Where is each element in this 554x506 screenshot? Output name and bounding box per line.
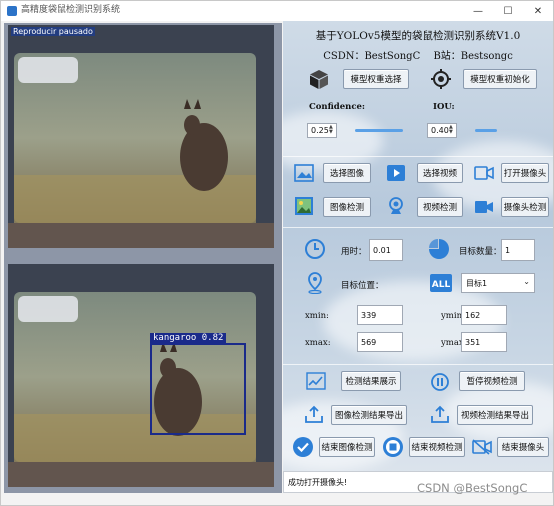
all-icon: ALL (429, 273, 453, 293)
stop-circle-icon (381, 435, 405, 459)
location-pin-icon (305, 271, 325, 295)
iou-slider[interactable] (475, 129, 497, 132)
show-results-button[interactable]: 检测结果展示 (341, 371, 401, 391)
app-icon (7, 6, 17, 16)
xmax-field: 569 (357, 332, 403, 352)
bilibili-label: B站：Bestsongc (433, 51, 513, 62)
upload-icon (303, 403, 325, 425)
confidence-label: Confidence: (309, 102, 366, 112)
close-button[interactable]: ✕ (523, 1, 553, 21)
cube-icon (307, 67, 331, 91)
detection-frame-view: kangaroo 0.82 (8, 264, 274, 487)
select-image-button[interactable]: 选择图像 (323, 163, 371, 183)
camera-off-icon (471, 437, 493, 457)
upload-icon (429, 403, 451, 425)
camera-detect-button[interactable]: 摄像头检测 (501, 197, 549, 217)
count-label: 目标数量： (459, 247, 502, 257)
image-icon (293, 163, 315, 183)
app-window: 高精度袋鼠检测识别系统 — ☐ ✕ Reproducir pausado kan… (0, 0, 554, 506)
line-chart-icon (305, 371, 327, 391)
camera-outline-icon (473, 163, 495, 183)
select-video-button[interactable]: 选择视频 (417, 163, 463, 183)
xmax-label: xmax: (305, 338, 331, 348)
camera-filled-icon (473, 197, 495, 217)
original-frame-view: Reproducir pausado (8, 25, 274, 248)
confidence-spinbox[interactable]: 0.25 ▲ ▼ (307, 123, 337, 138)
watermark: CSDN @BestSongC (417, 481, 528, 495)
end-video-detect-button[interactable]: 结束视频检测 (409, 437, 465, 457)
section-divider (283, 156, 553, 157)
title-bar: 高精度袋鼠检测识别系统 — ☐ ✕ (1, 1, 553, 21)
confidence-value: 0.25 (311, 126, 329, 135)
iou-spinbox[interactable]: 0.40 ▲ ▼ (427, 123, 457, 138)
video-icon (385, 163, 407, 183)
window-title: 高精度袋鼠检测识别系统 (21, 5, 121, 15)
csdn-label: CSDN：BestSongC (323, 51, 421, 62)
app-title: 基于YOLOv5模型的袋鼠检测识别系统V1.0 (315, 30, 521, 42)
clock-icon (303, 237, 327, 261)
target-dropdown[interactable]: 目标1 ⌄ (461, 273, 535, 293)
select-weights-button[interactable]: 模型权重选择 (343, 69, 409, 89)
section-divider (283, 227, 553, 228)
export-video-results-button[interactable]: 视频检测结果导出 (457, 405, 533, 425)
section-divider (283, 364, 553, 365)
detection-label: kangaroo 0.82 (150, 333, 227, 343)
chevron-down-icon: ⌄ (523, 277, 530, 286)
end-image-detect-button[interactable]: 结束图像检测 (319, 437, 375, 457)
ymax-field: 351 (461, 332, 507, 352)
target-dropdown-value: 目标1 (466, 278, 488, 288)
pie-chart-icon (427, 237, 451, 261)
count-field: 1 (501, 239, 535, 261)
spin-arrows-icon[interactable]: ▲ ▼ (449, 125, 455, 135)
xmin-label: xmin: (305, 311, 329, 321)
original-frame-image (8, 25, 274, 248)
webcam-icon (385, 195, 407, 217)
pause-icon (429, 371, 451, 393)
svg-text:ALL: ALL (432, 280, 451, 290)
target-icon (429, 67, 453, 91)
pause-video-button[interactable]: 暂停视频检测 (459, 371, 525, 391)
spin-arrows-icon[interactable]: ▲ ▼ (329, 125, 335, 135)
maximize-button[interactable]: ☐ (493, 1, 523, 21)
control-panel: 基于YOLOv5模型的袋鼠检测识别系统V1.0 CSDN：BestSongC B… (283, 21, 553, 493)
picture-icon (293, 195, 315, 217)
video-display-panel: Reproducir pausado kangaroo 0.82 (4, 23, 282, 493)
video-detect-button[interactable]: 视频检测 (417, 197, 463, 217)
detection-bounding-box: kangaroo 0.82 (150, 333, 246, 435)
confidence-slider[interactable] (355, 129, 403, 132)
time-label: 用时： (341, 247, 367, 257)
xmin-field: 339 (357, 305, 403, 325)
minimize-button[interactable]: — (463, 1, 493, 21)
position-label: 目标位置： (341, 281, 384, 291)
time-field: 0.01 (369, 239, 403, 261)
open-camera-button[interactable]: 打开摄像头 (501, 163, 549, 183)
author-info: CSDN：BestSongC B站：Bestsongc (283, 47, 553, 62)
ymin-field: 162 (461, 305, 507, 325)
playback-status-label: Reproducir pausado (11, 27, 95, 36)
image-detect-button[interactable]: 图像检测 (323, 197, 371, 217)
init-weights-button[interactable]: 模型权重初始化 (463, 69, 537, 89)
end-camera-button[interactable]: 结束摄像头 (497, 437, 549, 457)
check-circle-icon (291, 435, 315, 459)
iou-value: 0.40 (431, 126, 449, 135)
export-image-results-button[interactable]: 图像检测结果导出 (331, 405, 407, 425)
iou-label: IOU: (433, 102, 455, 112)
